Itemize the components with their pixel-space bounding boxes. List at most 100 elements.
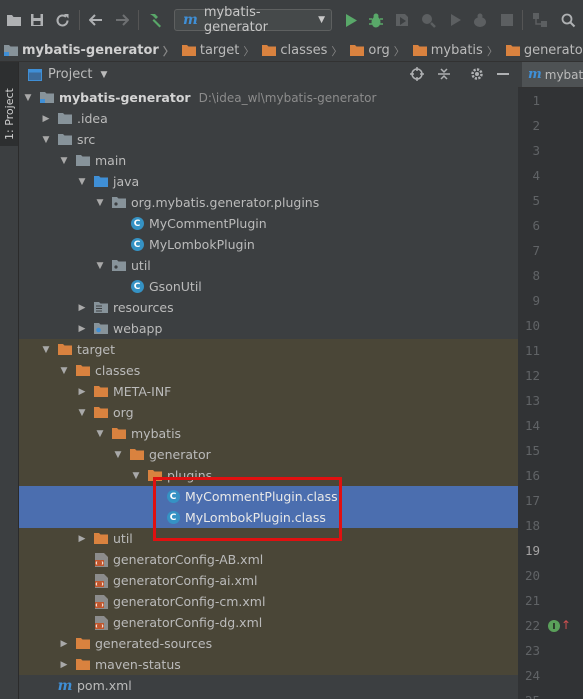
collapse-arrow-icon[interactable]: ▶ (77, 534, 87, 544)
editor-tab-label: mybatis (544, 67, 583, 82)
tree-item-label: plugins (167, 468, 213, 483)
tree-row[interactable]: C MyCommentPlugin.class (19, 486, 518, 507)
tree-row[interactable]: ▶ webapp (19, 318, 518, 339)
line-number: 7 (532, 243, 540, 258)
line-number: 10 (524, 318, 540, 333)
tree-row[interactable]: ▼ java (19, 171, 518, 192)
profile-icon[interactable] (418, 10, 438, 30)
java-class-icon: C (129, 237, 145, 253)
tree-row[interactable]: generatorConfig-cm.xml (19, 591, 518, 612)
tree-row[interactable]: ▼ org.mybatis.generator.plugins (19, 192, 518, 213)
xml-file-icon (93, 573, 109, 589)
tree-row[interactable]: ▶ META-INF (19, 381, 518, 402)
build-hammer-icon[interactable] (145, 10, 165, 30)
tree-item-label: generated-sources (95, 636, 213, 651)
search-icon[interactable] (558, 10, 578, 30)
forward-arrow-icon[interactable] (112, 10, 132, 30)
tree-row[interactable]: ▼ plugins (19, 465, 518, 486)
tree-row[interactable]: generatorConfig-dg.xml (19, 612, 518, 633)
expand-arrow-icon[interactable]: ▼ (77, 177, 87, 187)
chevron-down-icon: ▼ (318, 15, 325, 25)
tree-item-label: src (77, 132, 96, 147)
expand-arrow-icon[interactable]: ▼ (131, 471, 141, 481)
collapse-arrow-icon[interactable]: ▶ (77, 387, 87, 397)
collapse-arrow-icon[interactable]: ▶ (77, 324, 87, 334)
run-dropdown-icon[interactable] (445, 10, 465, 30)
sync-icon[interactable] (52, 10, 72, 30)
tree-row[interactable]: C GsonUtil (19, 276, 518, 297)
structure-icon[interactable] (530, 10, 550, 30)
tree-row[interactable]: ▼ mybatis (19, 423, 518, 444)
stop-icon[interactable] (497, 10, 517, 30)
tree-row[interactable]: ▼ util (19, 255, 518, 276)
tree-row[interactable]: generatorConfig-ai.xml (19, 570, 518, 591)
breadcrumb-item[interactable]: classes 〉 (258, 43, 346, 59)
breadcrumb-label: org (368, 43, 390, 58)
tree-row[interactable]: ▶ generated-sources (19, 633, 518, 654)
editor-tab[interactable]: m mybatis (522, 62, 583, 87)
gear-icon[interactable] (469, 66, 485, 82)
project-tool-tab-label: 1: Project (3, 88, 16, 140)
project-tree[interactable]: ▼ mybatis-generator D:\idea_wl\mybatis-gen… (19, 87, 518, 699)
expand-arrow-icon[interactable]: ▼ (95, 198, 105, 208)
tree-item-label: MyCommentPlugin.class (185, 489, 338, 504)
tree-row[interactable]: ▼ src (19, 129, 518, 150)
tree-row[interactable]: ▶ .idea (19, 108, 518, 129)
breadcrumb-item[interactable]: org 〉 (346, 43, 408, 59)
editor-area[interactable]: 1 2 3 4 5 6 7 8 9 10 11 12 13 14 15 16 17 18 19 20 21 22 I ↑ 23 2… (518, 88, 583, 699)
debug-icon[interactable] (366, 10, 386, 30)
tree-row[interactable]: ▶ util (19, 528, 518, 549)
hide-panel-icon[interactable] (495, 66, 511, 82)
expand-arrow-icon[interactable]: ▼ (113, 450, 123, 460)
tree-row[interactable]: m pom.xml (19, 675, 518, 696)
tree-row[interactable]: ▶ maven-status (19, 654, 518, 675)
tree-item-label: .idea (77, 111, 108, 126)
save-icon[interactable] (27, 10, 47, 30)
expand-arrow-icon[interactable]: ▼ (41, 135, 51, 145)
expand-arrow-icon[interactable]: ▼ (95, 429, 105, 439)
tree-row[interactable]: C MyLombokPlugin (19, 234, 518, 255)
tree-row[interactable]: generatorConfig-AB.xml (19, 549, 518, 570)
expand-arrow-icon[interactable]: ▼ (59, 366, 69, 376)
tree-row[interactable]: C MyLombokPlugin.class (19, 507, 518, 528)
attach-icon[interactable] (470, 10, 490, 30)
locate-target-icon[interactable] (409, 66, 425, 82)
collapse-arrow-icon[interactable]: ▶ (41, 114, 51, 124)
line-number: 17 (524, 493, 540, 508)
tree-row[interactable]: ▼ org (19, 402, 518, 423)
breadcrumb: mybatis-generator 〉 target 〉 classes 〉 org 〉… (0, 40, 583, 62)
line-number: 12 (524, 368, 540, 383)
breadcrumb-item[interactable]: target 〉 (178, 43, 259, 59)
breadcrumb-item[interactable]: mybatis-generator 〉 (0, 43, 178, 59)
maven-icon: m (183, 12, 198, 28)
expand-arrow-icon[interactable]: ▼ (95, 261, 105, 271)
tree-row[interactable]: ▶ resources (19, 297, 518, 318)
collapse-all-icon[interactable] (436, 66, 452, 82)
breadcrumb-item[interactable]: generator〉 (502, 43, 583, 59)
collapse-arrow-icon[interactable]: ▶ (59, 660, 69, 670)
back-arrow-icon[interactable] (86, 10, 106, 30)
run-configuration-selector[interactable]: m mybatis-generator ▼ (174, 5, 332, 35)
implemented-marker-icon[interactable]: I (548, 620, 560, 632)
tree-row[interactable]: C MyCommentPlugin (19, 213, 518, 234)
collapse-arrow-icon[interactable]: ▶ (59, 639, 69, 649)
tree-row[interactable]: ▼ mybatis-generator D:\idea_wl\mybatis-gen… (19, 87, 518, 108)
run-icon[interactable] (341, 10, 361, 30)
chevron-down-icon[interactable]: ▼ (100, 70, 107, 80)
breadcrumb-item[interactable]: mybatis 〉 (409, 43, 502, 59)
expand-arrow-icon[interactable]: ▼ (23, 93, 33, 103)
expand-arrow-icon[interactable]: ▼ (41, 345, 51, 355)
tree-row[interactable]: ▼ main (19, 150, 518, 171)
tree-row[interactable]: ▼ classes (19, 360, 518, 381)
tree-row[interactable]: ▼ generator (19, 444, 518, 465)
coverage-icon[interactable] (392, 10, 412, 30)
expand-arrow-icon[interactable]: ▼ (59, 156, 69, 166)
tree-row[interactable]: ▼ target (19, 339, 518, 360)
collapse-arrow-icon[interactable]: ▶ (77, 303, 87, 313)
tree-item-label: generatorConfig-ai.xml (113, 573, 258, 588)
expand-arrow-icon[interactable]: ▼ (77, 408, 87, 418)
open-folder-icon[interactable] (4, 10, 24, 30)
project-panel-title[interactable]: Project (48, 67, 92, 82)
project-tool-tab[interactable]: 1: Project (0, 62, 18, 146)
